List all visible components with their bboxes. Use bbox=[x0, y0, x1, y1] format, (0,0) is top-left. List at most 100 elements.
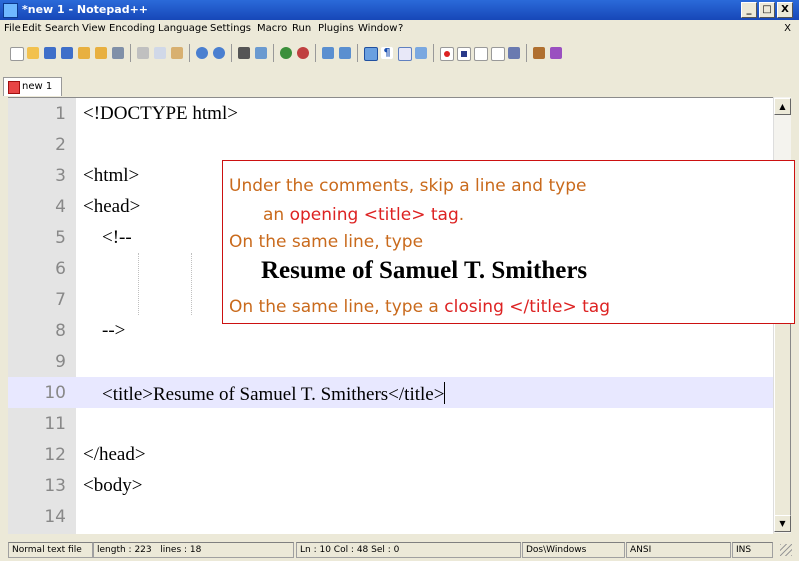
undo-icon[interactable] bbox=[196, 47, 208, 59]
menu-macro[interactable]: Macro bbox=[257, 23, 287, 34]
toolbar-separator bbox=[130, 44, 131, 62]
zoom-out-icon[interactable] bbox=[297, 47, 309, 59]
instruction-callout: Under the comments, skip a line and type… bbox=[222, 160, 795, 324]
menu-run[interactable]: Run bbox=[292, 23, 311, 34]
record-macro-icon[interactable] bbox=[440, 47, 454, 61]
status-filetype: Normal text file bbox=[8, 542, 93, 558]
callout-line-1: Under the comments, skip a line and type bbox=[229, 176, 587, 196]
line-number: 4 bbox=[55, 197, 66, 217]
doc-map-icon[interactable] bbox=[415, 47, 427, 59]
save-macro-icon[interactable] bbox=[508, 47, 520, 59]
code-line: 2 bbox=[8, 129, 773, 160]
code-line: 12 </head> bbox=[8, 439, 773, 470]
code-line: 1 <!DOCTYPE html> bbox=[8, 98, 773, 129]
status-length: length : 223 lines : 18 bbox=[93, 542, 294, 558]
line-number: 11 bbox=[44, 414, 66, 434]
zoom-in-icon[interactable] bbox=[280, 47, 292, 59]
callout-line-3: On the same line, type bbox=[229, 232, 424, 252]
code-text: --> bbox=[83, 320, 126, 341]
menu-encoding[interactable]: Encoding bbox=[109, 23, 155, 34]
indent-guide bbox=[138, 253, 139, 315]
spellcheck-icon[interactable] bbox=[533, 47, 545, 59]
code-line: 9 bbox=[8, 346, 773, 377]
status-lines-value: lines : 18 bbox=[160, 545, 202, 555]
close-button[interactable]: X bbox=[777, 2, 793, 18]
sync-v-icon[interactable] bbox=[322, 47, 334, 59]
callout-text: On the same line, type a bbox=[229, 297, 445, 317]
indent-guide bbox=[191, 253, 192, 315]
callout-highlight: opening <title> tag bbox=[289, 205, 459, 225]
callout-line-2: an opening <title> tag. bbox=[263, 205, 464, 225]
code-text: <html> bbox=[83, 165, 140, 186]
menu-language[interactable]: Language bbox=[158, 23, 207, 34]
menu-plugins[interactable]: Plugins bbox=[318, 23, 354, 34]
callout-highlight: closing </title> tag bbox=[444, 297, 610, 317]
code-text: <head> bbox=[83, 196, 141, 217]
close-document-button[interactable]: X bbox=[784, 23, 791, 34]
redo-icon[interactable] bbox=[213, 47, 225, 59]
print-icon[interactable] bbox=[112, 47, 124, 59]
minimize-button[interactable]: _ bbox=[741, 2, 757, 18]
callout-line-5: On the same line, type a closing </title… bbox=[229, 297, 610, 317]
show-all-chars-icon[interactable]: ¶ bbox=[381, 47, 393, 59]
line-number: 10 bbox=[44, 383, 66, 403]
line-number: 13 bbox=[44, 476, 66, 496]
scroll-up-icon[interactable]: ▲ bbox=[774, 98, 791, 115]
code-line: 11 bbox=[8, 408, 773, 439]
toolbar-separator bbox=[433, 44, 434, 62]
line-number: 14 bbox=[44, 507, 66, 527]
abc-icon[interactable] bbox=[550, 47, 562, 59]
toolbar: ¶ bbox=[0, 38, 799, 74]
run-macro-multiple-icon[interactable] bbox=[491, 47, 505, 61]
play-macro-icon[interactable] bbox=[474, 47, 488, 61]
line-number: 1 bbox=[55, 104, 66, 124]
toolbar-separator bbox=[526, 44, 527, 62]
menu-help[interactable]: ? bbox=[398, 23, 403, 34]
open-file-icon[interactable] bbox=[27, 47, 39, 59]
line-number: 8 bbox=[55, 321, 66, 341]
menu-view[interactable]: View bbox=[82, 23, 106, 34]
line-number: 5 bbox=[55, 228, 66, 248]
status-eol: Dos\Windows bbox=[522, 542, 625, 558]
maximize-button[interactable]: □ bbox=[759, 2, 775, 18]
code-line: 13 <body> bbox=[8, 470, 773, 501]
callout-title-text: Resume of Samuel T. Smithers bbox=[261, 257, 588, 284]
status-bar: Normal text file length : 223 lines : 18… bbox=[0, 538, 799, 561]
close-all-icon[interactable] bbox=[95, 47, 107, 59]
toolbar-separator bbox=[273, 44, 274, 62]
save-icon[interactable] bbox=[44, 47, 56, 59]
menu-edit[interactable]: Edit bbox=[22, 23, 41, 34]
toolbar-separator bbox=[357, 44, 358, 62]
cut-icon[interactable] bbox=[137, 47, 149, 59]
find-icon[interactable] bbox=[238, 47, 250, 59]
text-caret bbox=[444, 382, 446, 404]
stop-record-icon[interactable] bbox=[457, 47, 471, 61]
new-file-icon[interactable] bbox=[10, 47, 24, 61]
callout-text: . bbox=[458, 205, 465, 225]
indent-guide-icon[interactable] bbox=[398, 47, 412, 61]
sync-h-icon[interactable] bbox=[339, 47, 351, 59]
scroll-down-icon[interactable]: ▼ bbox=[774, 515, 791, 532]
tab-new-1[interactable]: new 1 bbox=[3, 77, 62, 96]
menu-settings[interactable]: Settings bbox=[210, 23, 251, 34]
code-text-wrap: <title>Resume of Samuel T. Smithers</tit… bbox=[83, 382, 446, 406]
code-text: <body> bbox=[83, 475, 143, 496]
save-all-icon[interactable] bbox=[61, 47, 73, 59]
toolbar-separator bbox=[189, 44, 190, 62]
copy-icon[interactable] bbox=[154, 47, 166, 59]
status-encoding: ANSI bbox=[626, 542, 731, 558]
menu-window[interactable]: Window bbox=[358, 23, 397, 34]
notepadpp-window: *new 1 - Notepad++ _ □ X File Edit Searc… bbox=[0, 0, 799, 561]
menu-file[interactable]: File bbox=[4, 23, 21, 34]
code-text: <!DOCTYPE html> bbox=[83, 103, 238, 124]
paste-icon[interactable] bbox=[171, 47, 183, 59]
replace-icon[interactable] bbox=[255, 47, 267, 59]
word-wrap-icon[interactable] bbox=[364, 47, 378, 61]
line-number: 9 bbox=[55, 352, 66, 372]
menu-search[interactable]: Search bbox=[45, 23, 79, 34]
code-line: 14 bbox=[8, 501, 773, 532]
line-number: 3 bbox=[55, 166, 66, 186]
close-icon[interactable] bbox=[78, 47, 90, 59]
resize-grip-icon[interactable] bbox=[780, 544, 792, 556]
line-number: 7 bbox=[55, 290, 66, 310]
